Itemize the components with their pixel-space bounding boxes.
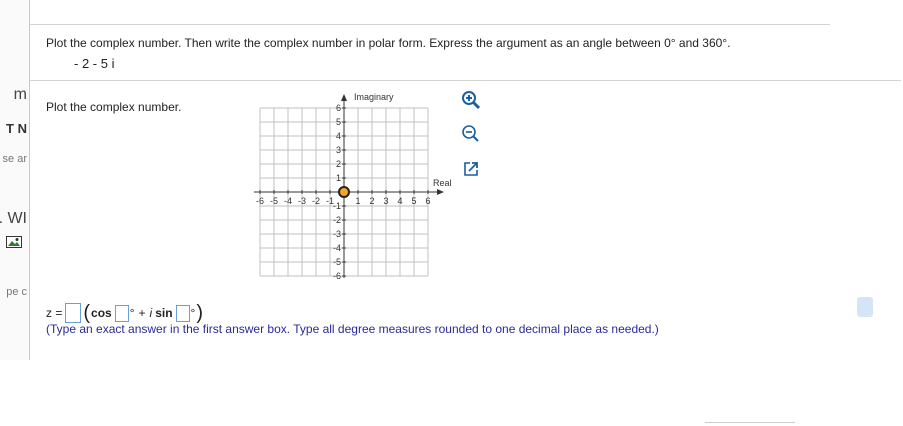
plus-sign: + <box>138 306 146 320</box>
imaginary-axis-label: Imaginary <box>354 92 394 102</box>
x-tick-label: -5 <box>270 196 278 206</box>
popout-icon <box>464 162 478 176</box>
x-tick-label: -4 <box>284 196 292 206</box>
modulus-input[interactable] <box>65 303 82 323</box>
degree-symbol-1: ° <box>129 306 135 320</box>
close-paren: ) <box>196 302 204 324</box>
cos-angle-input[interactable] <box>114 304 129 322</box>
y-tick-label: 1 <box>336 173 341 183</box>
z-equals-label: z = <box>46 306 63 320</box>
real-axis-arrow <box>437 189 444 195</box>
strip-fragment-2: T N <box>6 121 27 136</box>
plot-instruction: Plot the complex number. <box>46 100 182 114</box>
popout-button[interactable] <box>459 157 483 181</box>
image-icon[interactable] <box>6 236 22 248</box>
x-tick-label: 5 <box>411 196 416 206</box>
y-tick-label: 4 <box>336 131 341 141</box>
strip-fragment-4: . WI <box>0 210 27 227</box>
sin-angle-input[interactable] <box>175 304 190 322</box>
strip-fragment-3: se ar <box>2 153 27 165</box>
x-tick-label: 6 <box>425 196 430 206</box>
section-divider <box>30 80 901 81</box>
x-tick-label: -3 <box>298 196 306 206</box>
real-axis-label: Real <box>433 178 452 188</box>
left-panel-strip: m T N se ar . WI pe c <box>0 0 30 360</box>
x-tick-label: 4 <box>397 196 402 206</box>
x-tick-label: 2 <box>369 196 374 206</box>
x-tick-label: -6 <box>256 196 264 206</box>
y-tick-label: 2 <box>336 159 341 169</box>
x-tick-label: 3 <box>383 196 388 206</box>
degree-symbol-2: ° <box>190 306 196 320</box>
x-tick-label: -2 <box>312 196 320 206</box>
zoom-in-icon <box>462 91 481 110</box>
strip-fragment-5: pe c <box>6 286 27 298</box>
imaginary-axis-arrow <box>341 94 347 101</box>
bottom-divider <box>705 422 795 423</box>
complex-plane-graph[interactable]: -6 -5 -4 -3 -2 -1 1 2 3 4 5 6654321-1-2-3-4-5-6 Ima… <box>254 92 454 292</box>
zoom-out-icon <box>462 125 479 142</box>
answer-instructions: (Type an exact answer in the first answe… <box>46 322 659 336</box>
complex-number: - 2 - 5 i <box>74 56 115 71</box>
strip-fragment-1: m <box>13 86 27 103</box>
y-tick-label: -6 <box>333 271 341 281</box>
x-tick-label: 1 <box>355 196 360 206</box>
y-tick-label: 6 <box>336 103 341 113</box>
zoom-in-button[interactable] <box>459 88 483 112</box>
zoom-out-button[interactable] <box>459 122 483 146</box>
y-tick-label: -1 <box>333 201 341 211</box>
sin-label: sin <box>155 306 173 320</box>
polar-form-answer-row: z = ( cos ° + i sin ° ) <box>46 302 204 324</box>
y-tick-label: -5 <box>333 257 341 267</box>
side-handle[interactable] <box>857 297 873 317</box>
y-tick-label: -4 <box>333 243 341 253</box>
open-paren: ( <box>83 302 91 324</box>
imaginary-unit-label: i <box>149 306 153 320</box>
cos-label: cos <box>91 306 112 320</box>
top-divider <box>30 24 830 25</box>
y-tick-label: -3 <box>333 229 341 239</box>
plotted-point[interactable] <box>338 186 350 198</box>
question-instruction: Plot the complex number. Then write the … <box>46 36 731 50</box>
y-tick-label: 5 <box>336 117 341 127</box>
y-tick-label: 3 <box>336 145 341 155</box>
y-tick-label: -2 <box>333 215 341 225</box>
